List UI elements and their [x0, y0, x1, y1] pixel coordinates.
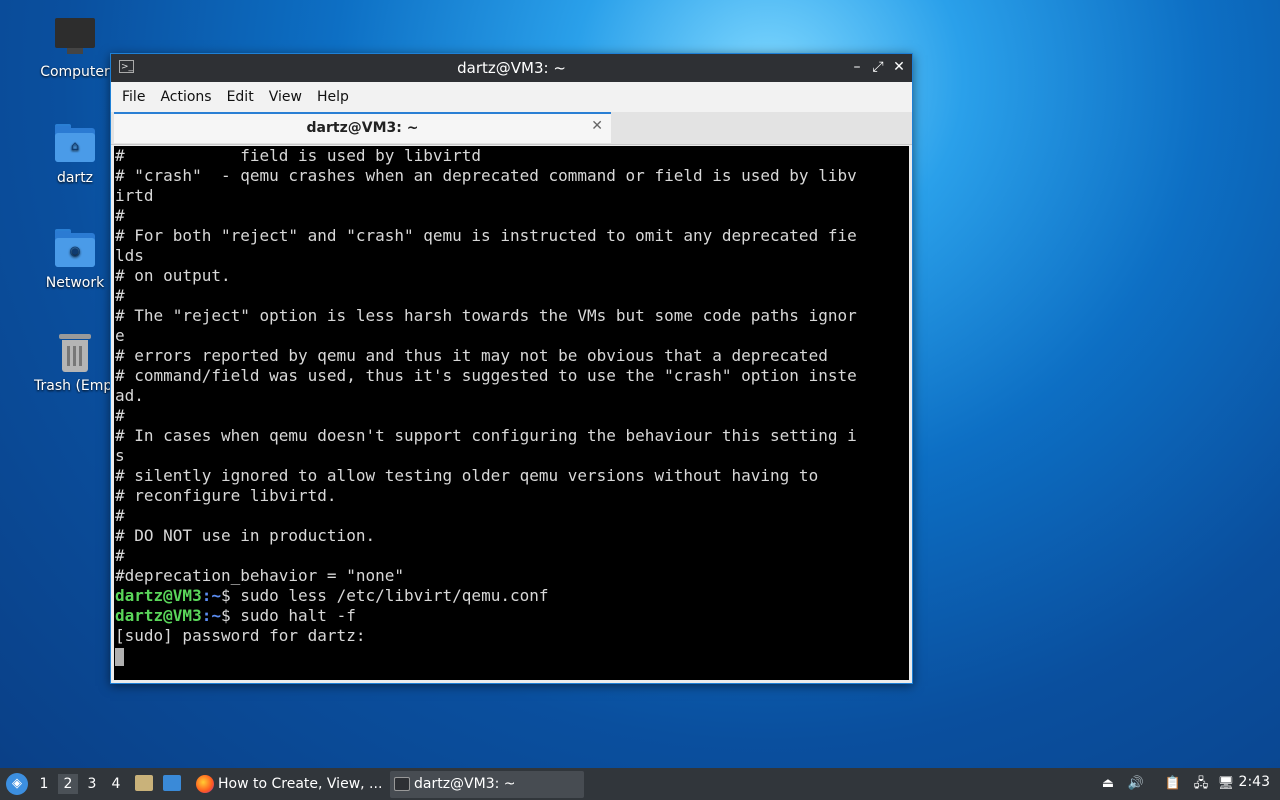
- command-text: sudo less /etc/libvirt/qemu.conf: [230, 586, 549, 605]
- update-notifier-icon[interactable]: 🖥: [1217, 775, 1235, 793]
- command-line-1: dartz@VM3:~$ sudo less /etc/libvirt/qemu…: [114, 586, 909, 606]
- task-terminal[interactable]: dartz@VM3: ~: [390, 771, 584, 798]
- desktop-icon-label: Trash (Empty): [34, 378, 116, 394]
- terminal-icon: [394, 777, 410, 791]
- prompt-path: :~: [201, 606, 221, 625]
- tab-bar: dartz@VM3: ~ ✕: [111, 112, 912, 145]
- volume-icon[interactable]: 🔊: [1127, 775, 1145, 793]
- terminal-line: irtd: [115, 186, 154, 205]
- workspace-1[interactable]: 1: [34, 774, 54, 794]
- network-folder-icon: ◉: [53, 229, 97, 269]
- terminal-lines: # field is used by libvirtd # "crash" - q…: [114, 146, 909, 586]
- window-title: dartz@VM3: ~: [457, 59, 566, 77]
- clipboard-icon[interactable]: 📋: [1164, 775, 1182, 793]
- home-folder-icon: ⌂: [53, 124, 97, 164]
- terminal-line: # silently ignored to allow testing olde…: [115, 466, 819, 485]
- prompt-user: dartz@VM3: [115, 606, 202, 625]
- terminal-line: #: [115, 406, 125, 425]
- terminal-line: #: [115, 286, 125, 305]
- terminal-line: # errors reported by qemu and thus it ma…: [115, 346, 828, 365]
- text-cursor: [115, 647, 124, 666]
- taskbar: ◈ 1 2 3 4 How to Create, View, ... dartz…: [0, 768, 1280, 800]
- terminal-line: # For both "reject" and "crash" qemu is …: [115, 226, 857, 245]
- app-menu-icon[interactable]: ◈: [6, 773, 28, 795]
- task-label: dartz@VM3: ~: [414, 776, 516, 792]
- terminal-line: e: [115, 326, 125, 345]
- command-line-2: dartz@VM3:~$ sudo halt -f: [114, 606, 909, 626]
- terminal-line: # on output.: [115, 266, 231, 285]
- firefox-icon: [196, 775, 214, 793]
- file-manager-icon[interactable]: [135, 775, 153, 791]
- computer-icon: [53, 18, 97, 58]
- tab-terminal[interactable]: dartz@VM3: ~ ✕: [114, 112, 611, 143]
- maximize-button[interactable]: ⤢: [869, 58, 887, 76]
- terminal-line: #: [115, 546, 125, 565]
- menubar: File Actions Edit View Help: [111, 82, 912, 112]
- tab-label: dartz@VM3: ~: [306, 120, 419, 136]
- menu-view[interactable]: View: [264, 89, 312, 105]
- terminal-line: ad.: [115, 386, 144, 405]
- terminal-line: lds: [115, 246, 144, 265]
- sudo-prompt: [sudo] password for dartz:: [115, 626, 366, 645]
- eject-icon[interactable]: ⏏: [1099, 775, 1117, 793]
- terminal-line: #deprecation_behavior = "none": [115, 566, 404, 585]
- show-desktop-icon[interactable]: [163, 775, 181, 791]
- workspace-3[interactable]: 3: [82, 774, 102, 794]
- menu-help[interactable]: Help: [312, 89, 359, 105]
- clock[interactable]: 2:43: [1239, 774, 1270, 790]
- command-text: sudo halt -f: [230, 606, 356, 625]
- menu-file[interactable]: File: [117, 89, 155, 105]
- prompt-symbol: $: [220, 606, 231, 625]
- close-button[interactable]: ✕: [890, 58, 908, 76]
- menu-actions[interactable]: Actions: [155, 89, 221, 105]
- terminal-line: # command/field was used, thus it's sugg…: [115, 366, 857, 385]
- terminal-line: #: [115, 206, 125, 225]
- prompt-path: :~: [201, 586, 221, 605]
- terminal-window: >_ dartz@VM3: ~ – ⤢ ✕ File Actions Edit …: [110, 53, 913, 684]
- task-firefox[interactable]: How to Create, View, ...: [192, 771, 384, 798]
- cursor-line[interactable]: [114, 646, 909, 666]
- workspace-2[interactable]: 2: [58, 774, 78, 794]
- terminal-line: # The "reject" option is less harsh towa…: [115, 306, 857, 325]
- terminal-line: s: [115, 446, 125, 465]
- window-titlebar[interactable]: >_ dartz@VM3: ~ – ⤢ ✕: [111, 54, 912, 82]
- terminal-line: #: [115, 506, 125, 525]
- network-icon[interactable]: 🖧: [1192, 775, 1210, 793]
- trash-icon: [53, 332, 97, 372]
- task-label: How to Create, View, ...: [218, 776, 383, 792]
- terminal-output[interactable]: # field is used by libvirtd # "crash" - q…: [114, 146, 909, 680]
- terminal-line: # reconfigure libvirtd.: [115, 486, 337, 505]
- terminal-line: # "crash" - qemu crashes when an depreca…: [115, 166, 857, 185]
- terminal-line: # In cases when qemu doesn't support con…: [115, 426, 857, 445]
- menu-edit[interactable]: Edit: [222, 89, 264, 105]
- terminal-line: # DO NOT use in production.: [115, 526, 376, 545]
- minimize-button[interactable]: –: [848, 58, 866, 76]
- prompt-user: dartz@VM3: [115, 586, 202, 605]
- terminal-line: # field is used by libvirtd: [115, 146, 482, 165]
- prompt-symbol: $: [220, 586, 231, 605]
- tab-close-icon[interactable]: ✕: [591, 118, 603, 134]
- workspace-4[interactable]: 4: [106, 774, 126, 794]
